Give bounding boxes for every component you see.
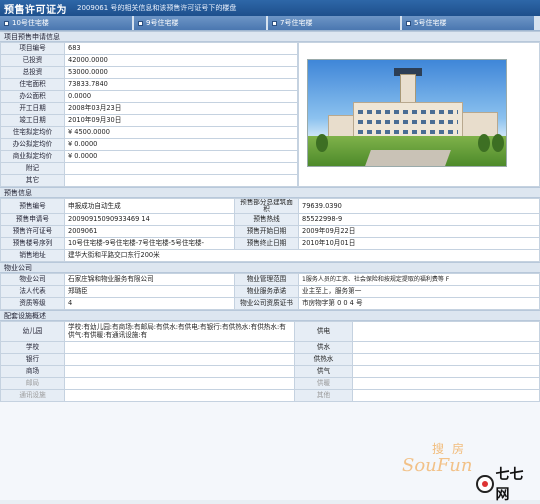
soufun-watermark: 搜房 SouFun xyxy=(402,442,473,476)
table-row: 物业公司 石家庄锦和物业服务有限公司 物业管理范围 1服务人员的工资、社会保险和… xyxy=(0,273,540,286)
page-title: 预售许可证为 xyxy=(4,4,67,16)
table-row: 已投资 42000.0000 xyxy=(0,54,298,67)
tab-building-5[interactable]: 5号住宅楼 xyxy=(402,16,534,30)
tab-building-7[interactable]: 7号住宅楼 xyxy=(268,16,400,30)
table-row: 通讯设施 其他 xyxy=(0,389,540,402)
table-row: 预售楼号序列 10号住宅楼-9号住宅楼-7号住宅楼-5号住宅楼- 预售终止日期 … xyxy=(0,237,540,250)
table-row: 项目编号 683 xyxy=(0,42,298,55)
table-row: 商业拟定均价 ¥ 0.0000 xyxy=(0,150,298,163)
table-row: 办公拟定均价 ¥ 0.0000 xyxy=(0,138,298,151)
table-row: 银行 供热水 xyxy=(0,353,540,366)
tab-building-9[interactable]: 9号住宅楼 xyxy=(134,16,266,30)
table-row: 预售许可证号 2009061 预售开始日期 2009年09月22日 xyxy=(0,225,540,238)
facilities-section-title: 配套设施概述 xyxy=(0,310,540,321)
project-info: 项目编号 683 已投资 42000.0000 总投资 53000.0000 住宅面积… xyxy=(0,42,540,187)
table-row: 预售申请号 20090915090933469 14 预售热线 85522998… xyxy=(0,213,540,226)
square-icon xyxy=(4,20,9,26)
table-row: 竣工日期 2010年09月30日 xyxy=(0,114,298,127)
sale-section-title: 预售信息 xyxy=(0,187,540,198)
table-row: 资质等级 4 物业公司资质证书 市房物字第 0 0 4 号 xyxy=(0,297,540,310)
project-photo[interactable] xyxy=(307,59,507,167)
facilities-table: 幼儿园 学校:有幼儿园:有商场:有邮局:有供水:有供电:有银行:有供热水:有供热… xyxy=(0,321,540,402)
table-row: 开工日期 2008年03月23日 xyxy=(0,102,298,115)
table-row: 幼儿园 学校:有幼儿园:有商场:有邮局:有供水:有供电:有银行:有供热水:有供热… xyxy=(0,321,540,342)
brand-logo-icon xyxy=(476,475,494,493)
presale-permit-page: 预售许可证为 2009061 号的相关信息和该预售许可证号下的楼盘 10号住宅楼… xyxy=(0,0,540,503)
table-row: 附记 xyxy=(0,162,298,175)
building-tabs: 10号住宅楼 9号住宅楼 7号住宅楼 5号住宅楼 xyxy=(0,16,540,31)
square-icon xyxy=(406,20,411,26)
project-photo-cell xyxy=(298,42,540,187)
tab-building-10[interactable]: 10号住宅楼 xyxy=(0,16,132,30)
table-row: 办公面积 0.0000 xyxy=(0,90,298,103)
property-table: 物业公司 石家庄锦和物业服务有限公司 物业管理范围 1服务人员的工资、社会保险和… xyxy=(0,273,540,310)
square-icon xyxy=(138,20,143,26)
table-row: 住宅面积 73833.7840 xyxy=(0,78,298,91)
project-section-title: 项目预售申请信息 xyxy=(0,31,540,42)
page-subtitle: 2009061 号的相关信息和该预售许可证号下的楼盘 xyxy=(77,4,237,12)
page-header: 预售许可证为 2009061 号的相关信息和该预售许可证号下的楼盘 xyxy=(0,0,540,16)
table-row: 法人代表 郑璐臣 物业服务承诺 业主至上，服务第一 xyxy=(0,285,540,298)
property-section-title: 物业公司 xyxy=(0,262,540,273)
table-row: 预售编号 申报成功自动生成 预售部分总建筑面积 79639.0390 xyxy=(0,198,540,214)
table-row: 销售地址 建华大街和平路交口东行200米 xyxy=(0,249,540,262)
table-row: 商场 供气 xyxy=(0,365,540,378)
table-row: 学校 供水 xyxy=(0,341,540,354)
table-row: 住宅拟定均价 ¥ 4500.0000 xyxy=(0,126,298,139)
table-row: 总投资 53000.0000 xyxy=(0,66,298,79)
table-row: 邮局 供暖 xyxy=(0,377,540,390)
square-icon xyxy=(272,20,277,26)
project-table: 项目编号 683 已投资 42000.0000 总投资 53000.0000 住宅面积… xyxy=(0,42,298,187)
sale-table: 预售编号 申报成功自动生成 预售部分总建筑面积 79639.0390 预售申请号… xyxy=(0,198,540,262)
brand-watermark: 七七网 xyxy=(476,467,536,503)
table-row: 其它 xyxy=(0,174,298,187)
